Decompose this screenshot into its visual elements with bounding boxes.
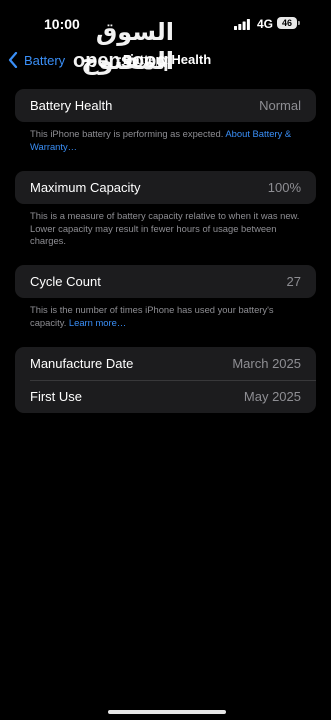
cellular-signal-icon [234,19,250,30]
maximum-capacity-footnote: This is a measure of battery capacity re… [30,210,310,248]
battery-health-value: Normal [259,98,301,113]
back-button-label: Battery [24,52,66,68]
maximum-capacity-value: 100% [267,180,301,195]
first-use-label: First Use [30,389,82,404]
first-use-value: May 2025 [243,389,301,404]
cycle-count-row: Cycle Count 27 [15,265,316,298]
maximum-capacity-row: Maximum Capacity 100% [15,171,316,204]
manufacture-date-row: Manufacture Date March 2025 [15,347,316,380]
network-type: 4G [257,17,274,31]
manufacture-date-label: Manufacture Date [30,356,134,371]
manufacture-date-value: March 2025 [232,356,301,371]
maximum-capacity-card: Maximum Capacity 100% [15,171,316,204]
maximum-capacity-footnote-text: This is a measure of battery capacity re… [30,210,300,246]
battery-health-card: Battery Health Normal [15,89,316,122]
battery-level-icon: 46 [277,17,300,29]
battery-health-footnote-text: This iPhone battery is performing as exp… [30,128,226,139]
first-use-row: First Use May 2025 [15,380,316,413]
dates-card: Manufacture Date March 2025 First Use Ma… [15,347,316,413]
battery-health-screen: 10:00 4G 46 السوق المفتوح opensooq .com … [0,0,331,720]
battery-health-label: Battery Health [30,98,113,113]
back-button[interactable]: Battery [8,50,65,70]
home-indicator[interactable] [108,710,226,714]
cycle-count-value: 27 [286,274,301,289]
learn-more-link[interactable]: Learn more… [69,317,126,328]
status-bar: 10:00 4G 46 [0,14,331,34]
page-title: Battery Health [123,52,212,67]
status-time: 10:00 [44,16,80,32]
battery-health-footnote: This iPhone battery is performing as exp… [30,128,310,153]
cycle-count-footnote: This is the number of times iPhone has u… [30,304,310,329]
chevron-left-icon [8,52,18,68]
cycle-count-card: Cycle Count 27 [15,265,316,298]
cycle-count-footnote-text: This is the number of times iPhone has u… [30,304,274,328]
cycle-count-label: Cycle Count [30,274,101,289]
battery-health-row: Battery Health Normal [15,89,316,122]
maximum-capacity-label: Maximum Capacity [30,180,141,195]
